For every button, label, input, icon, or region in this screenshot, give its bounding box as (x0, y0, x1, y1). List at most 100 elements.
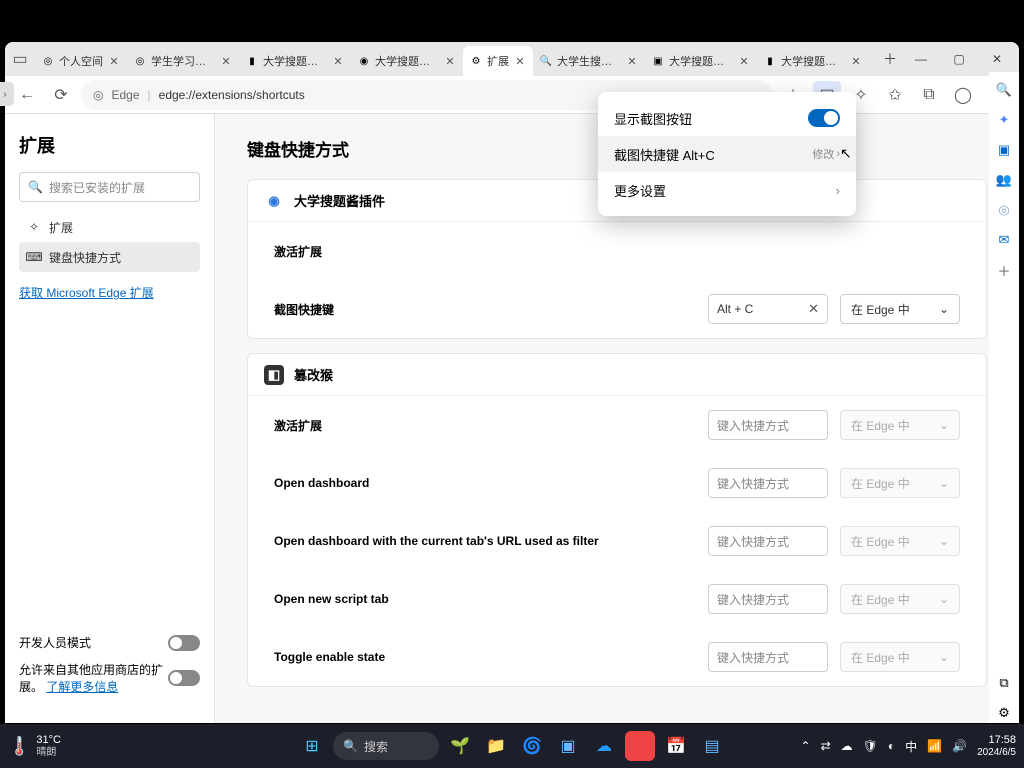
taskbar-app-icon[interactable]: ▣ (553, 731, 583, 761)
shortcut-input[interactable]: 键入快捷方式 (708, 642, 828, 672)
maximize-button[interactable]: ▢ (941, 45, 977, 73)
tab-strip: ◎ 个人空间 ✕◎ 学生学习页面 ✕▮ 大学搜题酱插件 ✕◉ 大学搜题酱插件 ✕… (35, 42, 877, 76)
close-tab-icon[interactable]: ✕ (219, 54, 233, 68)
scope-select[interactable]: 在 Edge 中 ⌄ (840, 294, 960, 324)
back-button[interactable]: ← (13, 81, 41, 109)
content-area: 扩展 🔍 搜索已安装的扩展 ✧ 扩展 ⌨ 键盘快捷方式 获取 Microsoft… (5, 114, 1019, 723)
collections-button[interactable]: ⧉ (915, 81, 943, 109)
close-tab-icon[interactable]: ✕ (331, 54, 345, 68)
browser-tab[interactable]: ◎ 个人空间 ✕ (35, 46, 127, 76)
sidebar-outlook-icon[interactable]: ✉ (994, 230, 1014, 250)
minimize-button[interactable]: — (903, 45, 939, 73)
browser-tab[interactable]: 🔍 大学生搜题酱 ✕ (533, 46, 645, 76)
shortcut-input[interactable]: Alt + C ✕ (708, 294, 828, 324)
shortcut-input[interactable]: 键入快捷方式 (708, 410, 828, 440)
close-tab-icon[interactable]: ✕ (443, 54, 457, 68)
search-extensions-input[interactable]: 🔍 搜索已安装的扩展 (19, 172, 200, 202)
get-extensions-link[interactable]: 获取 Microsoft Edge 扩展 (19, 284, 200, 301)
browser-tab[interactable]: ◉ 大学搜题酱插件 ✕ (351, 46, 463, 76)
taskbar-app-icon[interactable] (625, 731, 655, 761)
close-tab-icon[interactable]: ✕ (737, 54, 751, 68)
wifi-icon[interactable]: 📶 (927, 739, 942, 753)
sidebar-app-icon[interactable]: ✦ (994, 110, 1014, 130)
side-panel-button[interactable]: › (0, 82, 14, 106)
tray-icon[interactable]: ☁ (841, 739, 853, 753)
nav-extensions[interactable]: ✧ 扩展 (19, 212, 200, 242)
tray-chevron-icon[interactable]: ⌃ (801, 739, 811, 753)
favorites-button[interactable]: ✩ (881, 81, 909, 109)
file-explorer-icon[interactable]: 📁 (481, 731, 511, 761)
ime-icon[interactable]: 中 (905, 738, 917, 755)
tray-icon[interactable]: ◐ (888, 739, 895, 753)
popup-row-show-button: 显示截图按钮 (598, 100, 856, 136)
sidebar-app-icon[interactable]: ◎ (994, 200, 1014, 220)
close-window-button[interactable]: ✕ (979, 45, 1015, 73)
browser-tab[interactable]: ◎ 学生学习页面 ✕ (127, 46, 239, 76)
clear-shortcut-icon[interactable]: ✕ (808, 301, 819, 317)
volume-icon[interactable]: 🔊 (952, 739, 967, 753)
nav-keyboard-shortcuts[interactable]: ⌨ 键盘快捷方式 (19, 242, 200, 272)
dev-mode-toggle[interactable] (168, 635, 200, 651)
tray-icon[interactable]: ⇄ (821, 739, 831, 753)
scope-select[interactable]: 在 Edge 中 ⌄ (840, 410, 960, 440)
popup-row-more-settings[interactable]: 更多设置 › (598, 172, 856, 208)
browser-tab[interactable]: ⚙ 扩展 ✕ (463, 46, 533, 76)
edge-icon[interactable]: 🌀 (517, 731, 547, 761)
learn-more-link[interactable]: 了解更多信息 (46, 680, 118, 694)
card-header: ◧ 篡改猴 (248, 354, 986, 396)
close-tab-icon[interactable]: ✕ (513, 54, 527, 68)
taskbar-app-icon[interactable]: ☁ (589, 731, 619, 761)
nav-keyboard-label: 键盘快捷方式 (49, 249, 121, 266)
sidebar-settings-icon[interactable]: ⚙ (994, 703, 1014, 723)
show-button-toggle[interactable] (808, 109, 840, 127)
close-tab-icon[interactable]: ✕ (107, 54, 121, 68)
sidebar-search-icon[interactable]: 🔍 (994, 80, 1014, 100)
modify-action[interactable]: 修改 › (812, 146, 840, 162)
taskbar-app-icon[interactable]: 📅 (661, 731, 691, 761)
shortcut-input[interactable]: 键入快捷方式 (708, 584, 828, 614)
scope-value: 在 Edge 中 (851, 301, 910, 318)
sidebar-expand-icon[interactable]: ⧉ (994, 673, 1014, 693)
clock[interactable]: 17:58 2024/6/5 (977, 734, 1016, 757)
close-tab-icon[interactable]: ✕ (849, 54, 863, 68)
extension-name: 大学搜题酱插件 (294, 191, 385, 210)
browser-tab[interactable]: ▮ 大学搜题酱插件 ✕ (757, 46, 869, 76)
refresh-button[interactable]: ⟳ (47, 81, 75, 109)
nav-extensions-label: 扩展 (49, 219, 73, 236)
start-button[interactable]: ⊞ (297, 731, 327, 761)
titlebar: ▭ ◎ 个人空间 ✕◎ 学生学习页面 ✕▮ 大学搜题酱插件 ✕◉ 大学搜题酱插件… (5, 42, 1019, 76)
shortcut-input[interactable]: 键入快捷方式 (708, 468, 828, 498)
shortcut-row: 激活扩展 键入快捷方式 在 Edge 中 ⌄ (248, 396, 986, 454)
row-label: 激活扩展 (274, 243, 696, 260)
extensions-sidebar: 扩展 🔍 搜索已安装的扩展 ✧ 扩展 ⌨ 键盘快捷方式 获取 Microsoft… (5, 114, 215, 723)
scope-select[interactable]: 在 Edge 中 ⌄ (840, 584, 960, 614)
favicon: ◉ (357, 54, 371, 68)
search-label: 搜索 (364, 738, 388, 755)
popup-row-shortcut[interactable]: 截图快捷键 Alt+C 修改 › (598, 136, 856, 172)
row-label: Open dashboard with the current tab's UR… (274, 534, 696, 548)
row-label: Open new script tab (274, 592, 696, 606)
dev-mode-label: 开发人员模式 (19, 634, 168, 651)
sidebar-add-icon[interactable]: ＋ (994, 260, 1014, 280)
tab-title: 大学搜题酱PC (669, 53, 733, 69)
sidebar-app-icon[interactable]: 👥 (994, 170, 1014, 190)
close-tab-icon[interactable]: ✕ (625, 54, 639, 68)
browser-tab[interactable]: ▮ 大学搜题酱插件 ✕ (239, 46, 351, 76)
tab-list-icon[interactable]: ▭ (9, 49, 31, 69)
new-tab-button[interactable]: ＋ (877, 46, 903, 72)
scope-select[interactable]: 在 Edge 中 ⌄ (840, 642, 960, 672)
taskbar-app-icon[interactable]: 🌱 (445, 731, 475, 761)
tray-shield-icon[interactable]: 🛡 (863, 739, 878, 753)
taskbar-app-icon[interactable]: ▤ (697, 731, 727, 761)
taskbar-search[interactable]: 🔍 搜索 (333, 732, 439, 760)
scope-select[interactable]: 在 Edge 中 ⌄ (840, 526, 960, 556)
scope-select[interactable]: 在 Edge 中 ⌄ (840, 468, 960, 498)
favicon: ⚙ (469, 54, 483, 68)
sidebar-app-icon[interactable]: ▣ (994, 140, 1014, 160)
scope-value: 在 Edge 中 (851, 475, 910, 492)
other-store-toggle[interactable] (168, 670, 200, 686)
browser-tab[interactable]: ▣ 大学搜题酱PC ✕ (645, 46, 757, 76)
weather-widget[interactable]: 🌡️ 31°C 晴朗 (8, 734, 61, 757)
profile-button[interactable]: ◯ (949, 81, 977, 109)
shortcut-input[interactable]: 键入快捷方式 (708, 526, 828, 556)
